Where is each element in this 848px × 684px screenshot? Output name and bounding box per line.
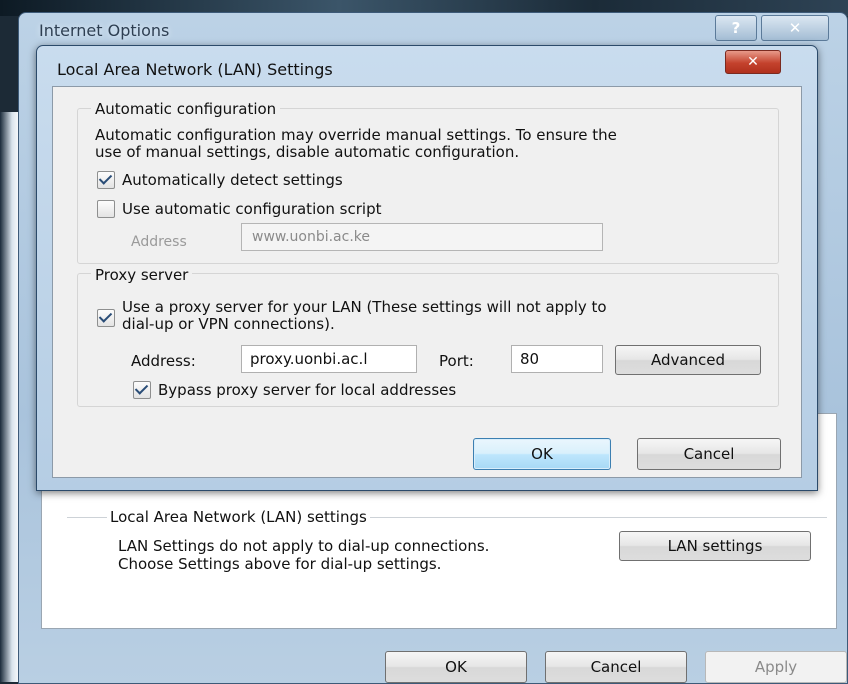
lan-settings-dialog: Local Area Network (LAN) Settings ✕ Auto… bbox=[36, 45, 818, 491]
bypass-local-checkbox[interactable]: Bypass proxy server for local addresses bbox=[133, 381, 456, 399]
ok-button[interactable]: OK bbox=[385, 651, 527, 683]
apply-button[interactable]: Apply bbox=[705, 651, 847, 683]
auto-detect-label: Automatically detect settings bbox=[122, 171, 343, 189]
checkbox-checked-icon[interactable] bbox=[97, 171, 115, 189]
proxy-port-label: Port: bbox=[439, 352, 474, 370]
proxy-port-field[interactable]: 80 bbox=[511, 345, 603, 373]
use-proxy-line2: dial-up or VPN connections). bbox=[122, 315, 335, 333]
script-address-label: Address bbox=[131, 234, 187, 250]
automatic-configuration-description: Automatic configuration may override man… bbox=[95, 127, 785, 161]
dialog-body: Automatic configuration Automatic config… bbox=[52, 86, 802, 478]
lan-desc-line1: LAN Settings do not apply to dial-up con… bbox=[118, 537, 490, 555]
script-address-field: www.uonbi.ac.ke bbox=[241, 223, 603, 251]
background-window-edge bbox=[0, 112, 20, 682]
use-proxy-line1: Use a proxy server for your LAN (These s… bbox=[122, 298, 607, 316]
checkbox-unchecked-icon[interactable] bbox=[97, 200, 115, 218]
proxy-address-label: Address: bbox=[131, 352, 196, 370]
help-button[interactable]: ? bbox=[715, 15, 757, 41]
auto-script-label: Use automatic configuration script bbox=[122, 200, 382, 218]
auto-desc-line2: use of manual settings, disable automati… bbox=[95, 143, 520, 161]
checkbox-checked-icon[interactable] bbox=[97, 309, 115, 327]
ok-button[interactable]: OK bbox=[473, 438, 611, 470]
lan-settings-legend: Local Area Network (LAN) settings bbox=[107, 508, 370, 526]
cancel-button[interactable]: Cancel bbox=[545, 651, 687, 683]
close-icon[interactable]: ✕ bbox=[725, 50, 781, 74]
dialog-title: Local Area Network (LAN) Settings bbox=[57, 60, 333, 79]
lan-settings-description: LAN Settings do not apply to dial-up con… bbox=[118, 537, 608, 573]
proxy-server-legend: Proxy server bbox=[91, 266, 193, 284]
lan-settings-button[interactable]: LAN settings bbox=[619, 531, 811, 561]
window-title: Internet Options bbox=[39, 21, 170, 40]
proxy-address-field[interactable]: proxy.uonbi.ac.l bbox=[241, 345, 417, 373]
lan-desc-line2: Choose Settings above for dial-up settin… bbox=[118, 555, 442, 573]
auto-config-script-checkbox[interactable]: Use automatic configuration script bbox=[97, 200, 381, 218]
advanced-button[interactable]: Advanced bbox=[615, 345, 761, 375]
cancel-button[interactable]: Cancel bbox=[637, 438, 781, 470]
checkbox-checked-icon[interactable] bbox=[133, 381, 151, 399]
close-icon[interactable]: ✕ bbox=[761, 15, 829, 41]
automatic-configuration-legend: Automatic configuration bbox=[91, 100, 281, 118]
bypass-local-label: Bypass proxy server for local addresses bbox=[158, 381, 457, 399]
auto-desc-line1: Automatic configuration may override man… bbox=[95, 126, 617, 144]
use-proxy-label: Use a proxy server for your LAN (These s… bbox=[122, 299, 762, 333]
use-proxy-checkbox[interactable]: Use a proxy server for your LAN (These s… bbox=[97, 299, 762, 333]
auto-detect-settings-checkbox[interactable]: Automatically detect settings bbox=[97, 171, 343, 189]
